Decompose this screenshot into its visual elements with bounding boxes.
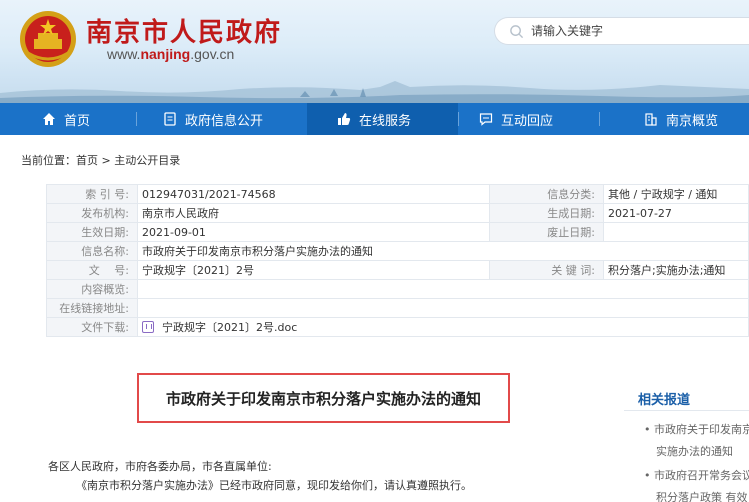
- table-row: 信息名称: 市政府关于印发南京市积分落户实施办法的通知: [46, 241, 749, 261]
- created-date-value: 2021-07-27: [603, 203, 749, 223]
- info-name-label: 信息名称:: [46, 241, 138, 261]
- header-banner: 南京市人民政府 www.nanjing.gov.cn: [0, 0, 749, 103]
- summary-label: 内容概览:: [46, 279, 138, 299]
- building-icon: [645, 113, 657, 126]
- effective-date-value: 2021-09-01: [137, 222, 490, 242]
- nav-item-interaction[interactable]: 互动回应: [459, 103, 599, 135]
- index-label: 索 引 号:: [46, 184, 138, 204]
- url-domain: nanjing: [140, 46, 191, 62]
- site-title[interactable]: 南京市人民政府: [86, 12, 282, 49]
- expired-date-value: [603, 222, 749, 242]
- nav-item-online-service[interactable]: 在线服务: [307, 103, 458, 135]
- breadcrumb-home-link[interactable]: 首页: [76, 154, 98, 167]
- category-value: 其他 / 宁政规字 / 通知: [603, 184, 749, 204]
- created-date-label: 生成日期:: [489, 203, 604, 223]
- related-reports-title: 相关报道: [638, 393, 691, 408]
- url-prefix: www.: [107, 46, 141, 62]
- related-divider: [624, 410, 749, 411]
- table-row: 文 号: 宁政规字〔2021〕2号 关 键 词: 积分落户;实施办法;通知: [46, 260, 749, 280]
- file-download-cell: 宁政规字〔2021〕2号.doc: [137, 317, 749, 337]
- site-url: www.nanjing.gov.cn: [107, 46, 234, 62]
- home-icon: [43, 113, 55, 125]
- table-row: 内容概览:: [46, 279, 749, 299]
- summary-value: [137, 279, 749, 299]
- breadcrumb-prefix: 当前位置：: [21, 154, 76, 167]
- doc-number-value: 宁政规字〔2021〕2号: [137, 260, 490, 280]
- nav-label-online-service: 在线服务: [359, 113, 412, 129]
- table-row: 文件下载: 宁政规字〔2021〕2号.doc: [46, 317, 749, 337]
- url-suffix: .gov.cn: [190, 46, 235, 62]
- national-emblem-icon: [20, 11, 76, 67]
- nav-label-gov-info: 政府信息公开: [185, 113, 264, 129]
- index-value: 012947031/2021-74568: [137, 184, 490, 204]
- online-link-value: [137, 298, 749, 318]
- online-link-label: 在线链接地址:: [46, 298, 138, 318]
- keywords-label: 关 键 词:: [489, 260, 604, 280]
- table-row: 发布机构: 南京市人民政府 生成日期: 2021-07-27: [46, 203, 749, 223]
- nav-label-interaction: 互动回应: [501, 113, 554, 129]
- doc-number-label: 文 号:: [46, 260, 138, 280]
- category-label: 信息分类:: [489, 184, 604, 204]
- expired-date-label: 废止日期:: [489, 222, 604, 242]
- related-item-link[interactable]: • 市政府召开常务会议: [644, 467, 749, 483]
- download-icon[interactable]: [142, 321, 154, 333]
- nav-item-home[interactable]: 首页: [0, 103, 136, 135]
- thumbs-up-icon: [338, 113, 351, 125]
- search-box[interactable]: [494, 17, 749, 45]
- table-row: 索 引 号: 012947031/2021-74568 信息分类: 其他 / 宁…: [46, 184, 749, 204]
- nav-item-gov-info[interactable]: 政府信息公开: [137, 103, 307, 135]
- related-item-link[interactable]: • 市政府关于印发南京: [644, 421, 749, 437]
- body-paragraph: 《南京市积分落户实施办法》已经市政府同意，现印发给你们，请认真遵照执行。: [76, 479, 472, 492]
- table-row: 在线链接地址:: [46, 298, 749, 318]
- city-skyline-image: [0, 81, 749, 103]
- file-download-label: 文件下载:: [46, 317, 138, 337]
- nav-label-home: 首页: [64, 113, 91, 129]
- related-item-link[interactable]: 实施办法的通知: [656, 443, 733, 459]
- breadcrumb-separator: >: [98, 154, 115, 167]
- chat-icon: [479, 113, 493, 126]
- effective-date-label: 生效日期:: [46, 222, 138, 242]
- keywords-value: 积分落户;实施办法;通知: [603, 260, 749, 280]
- file-download-link[interactable]: 宁政规字〔2021〕2号.doc: [162, 321, 297, 334]
- info-name-value: 市政府关于印发南京市积分落户实施办法的通知: [137, 241, 749, 261]
- salutation-text: 各区人民政府，市府各委办局，市各直属单位:: [48, 460, 272, 473]
- document-icon: [164, 112, 176, 126]
- breadcrumb: 当前位置：首页 > 主动公开目录: [21, 152, 180, 168]
- related-item-link[interactable]: 积分落户政策 有效: [656, 489, 748, 502]
- table-row: 生效日期: 2021-09-01 废止日期:: [46, 222, 749, 242]
- publisher-value: 南京市人民政府: [137, 203, 490, 223]
- search-icon[interactable]: [509, 24, 524, 39]
- breadcrumb-current[interactable]: 主动公开目录: [114, 154, 180, 167]
- publisher-label: 发布机构:: [46, 203, 138, 223]
- document-title: 市政府关于印发南京市积分落户实施办法的通知: [137, 373, 510, 423]
- search-input[interactable]: [531, 22, 731, 40]
- nav-label-nanjing-overview: 南京概览: [666, 113, 719, 129]
- document-meta-table: 索 引 号: 012947031/2021-74568 信息分类: 其他 / 宁…: [46, 184, 749, 337]
- nav-item-nanjing-overview[interactable]: 南京概览: [600, 103, 748, 135]
- main-nav: 首页 政府信息公开 在线服务 互动回应 南京概览: [0, 103, 749, 135]
